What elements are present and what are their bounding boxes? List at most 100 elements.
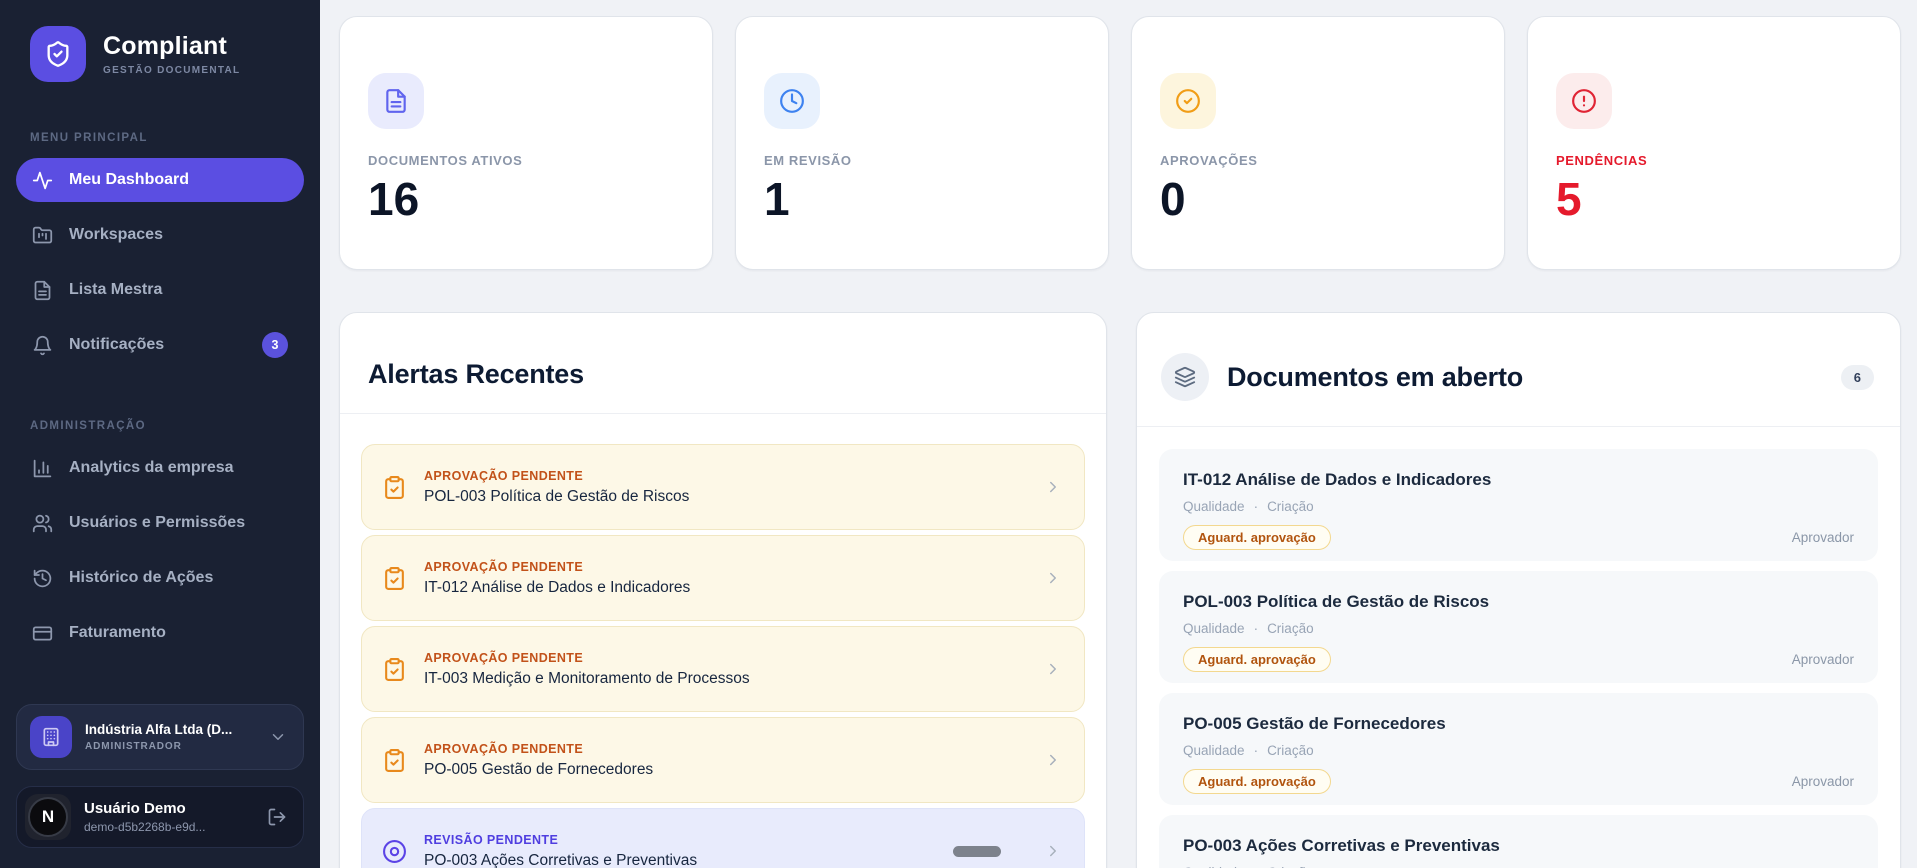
file-text-icon [368,73,424,129]
avatar: N [25,794,71,840]
users-icon [32,513,53,534]
document-list-item[interactable]: IT-012 Análise de Dados e Indicadores Qu… [1159,449,1878,561]
alert-item[interactable]: APROVAÇÃO PENDENTE IT-012 Análise de Dad… [361,535,1085,621]
sidebar-item-notificacoes[interactable]: Notificações 3 [16,323,304,367]
sidebar-item-analytics[interactable]: Analytics da empresa [16,446,304,490]
alert-item-review[interactable]: REVISÃO PENDENTE PO-003 Ações Corretivas… [361,808,1085,868]
stats-row: DOCUMENTOS ATIVOS 16 EM REVISÃO 1 APROVA… [339,16,1901,270]
alert-doc-title: PO-003 Ações Corretivas e Preventivas [424,851,698,868]
sidebar-item-label: Analytics da empresa [69,459,234,476]
sidebar-item-label: Meu Dashboard [69,171,190,188]
chevron-right-icon [1044,478,1062,496]
doc-title: PO-003 Ações Corretivas e Preventivas [1183,836,1500,855]
stat-label: APROVAÇÕES [1160,153,1258,168]
alert-doc-title: PO-005 Gestão de Fornecedores [424,760,654,778]
stat-label: EM REVISÃO [764,153,852,168]
doc-role: Aprovador [1791,530,1854,545]
document-list-item[interactable]: PO-005 Gestão de Fornecedores Qualidade ·… [1159,693,1878,805]
building-icon [30,716,72,758]
status-badge: Aguard. aprovação [1183,647,1331,672]
org-selector[interactable]: Indústria Alfa Ltda (D... ADMINISTRADOR [16,704,304,770]
brand: Compliant GESTÃO DOCUMENTAL [30,26,300,82]
main-content: DOCUMENTOS ATIVOS 16 EM REVISÃO 1 APROVA… [320,0,1917,868]
sidebar-item-dashboard[interactable]: Meu Dashboard [16,158,304,202]
alerts-card: Alertas Recentes APROVAÇÃO PENDENTE POL-… [339,312,1107,868]
stat-label: DOCUMENTOS ATIVOS [368,153,523,168]
alert-doc-title: POL-003 Política de Gestão de Riscos [424,487,690,505]
alert-type-label: APROVAÇÃO PENDENTE [424,741,584,756]
stat-value: 5 [1556,173,1582,225]
open-documents-card: Documentos em aberto 6 IT-012 Análise de… [1136,312,1901,868]
alert-doc-title: IT-003 Medição e Monitoramento de Proces… [424,669,750,687]
alert-item[interactable]: APROVAÇÃO PENDENTE POL-003 Política de G… [361,444,1085,530]
doc-meta: Qualidade·Criação [1183,499,1314,514]
sidebar: Compliant GESTÃO DOCUMENTAL MENU PRINCIP… [0,0,320,868]
alert-type-label: APROVAÇÃO PENDENTE [424,468,584,483]
sidebar-item-lista-mestra[interactable]: Lista Mestra [16,268,304,312]
app-title: Compliant [103,32,228,60]
main-nav: Meu Dashboard Workspaces Lista Mestra No… [0,158,320,378]
doc-meta: Qualidade·Criação [1183,743,1314,758]
sidebar-item-label: Workspaces [69,226,163,243]
sidebar-item-label: Histórico de Ações [69,569,214,586]
bar-chart-icon [32,458,53,479]
document-list-item[interactable]: PO-003 Ações Corretivas e Preventivas Qu… [1159,815,1878,868]
org-role: ADMINISTRADOR [85,741,182,752]
sidebar-item-historico[interactable]: Histórico de Ações [16,556,304,600]
folder-icon [32,225,53,246]
stat-value: 1 [764,173,790,225]
sidebar-item-usuarios[interactable]: Usuários e Permissões [16,501,304,545]
doc-meta: Qualidade·Criação [1183,621,1314,636]
sidebar-item-label: Faturamento [69,624,166,641]
clock-icon [764,73,820,129]
clipboard-check-icon [382,475,407,500]
stat-card-pendencias: PENDÊNCIAS 5 [1527,16,1901,270]
admin-nav: Analytics da empresa Usuários e Permissõ… [0,446,320,666]
credit-card-icon [32,623,53,644]
user-name: Usuário Demo [84,800,186,817]
sidebar-item-label: Lista Mestra [69,281,163,298]
doc-title: IT-012 Análise de Dados e Indicadores [1183,470,1492,489]
alert-type-label: APROVAÇÃO PENDENTE [424,559,584,574]
docs-title: Documentos em aberto [1227,361,1524,392]
history-icon [32,568,53,589]
drag-handle-pill [953,845,1001,857]
docs-count-badge: 6 [1840,364,1874,390]
stat-value: 16 [368,173,420,225]
sidebar-item-faturamento[interactable]: Faturamento [16,611,304,655]
logout-icon[interactable] [267,807,287,827]
layers-icon [1161,353,1209,401]
chevron-right-icon [1044,569,1062,587]
org-name: Indústria Alfa Ltda (D... [85,722,233,737]
bell-icon [32,335,53,356]
chevron-right-icon [1044,660,1062,678]
shield-check-logo-icon [30,26,86,82]
menu-section-label: MENU PRINCIPAL [30,132,148,144]
stat-value: 0 [1160,173,1186,225]
check-circle-icon [1160,73,1216,129]
chevron-right-icon [1044,751,1062,769]
user-id: demo-d5b2268b-e9d... [84,820,206,834]
doc-title: PO-005 Gestão de Fornecedores [1183,714,1446,733]
doc-role: Aprovador [1791,774,1854,789]
alert-doc-title: IT-012 Análise de Dados e Indicadores [424,578,691,596]
alert-circle-icon [1556,73,1612,129]
user-card[interactable]: N Usuário Demo demo-d5b2268b-e9d... [16,786,304,848]
sidebar-item-workspaces[interactable]: Workspaces [16,213,304,257]
document-list-item[interactable]: POL-003 Política de Gestão de Riscos Qua… [1159,571,1878,683]
alert-item[interactable]: APROVAÇÃO PENDENTE IT-003 Medição e Moni… [361,626,1085,712]
alert-type-label: REVISÃO PENDENTE [424,832,559,847]
target-icon [382,839,407,864]
clipboard-check-icon [382,566,407,591]
alert-type-label: APROVAÇÃO PENDENTE [424,650,584,665]
notifications-badge: 3 [262,332,288,358]
stat-card-documentos-ativos: DOCUMENTOS ATIVOS 16 [339,16,713,270]
app-tagline: GESTÃO DOCUMENTAL [103,65,241,76]
chevron-right-icon [1044,842,1062,860]
stat-card-em-revisao: EM REVISÃO 1 [735,16,1109,270]
stat-card-aprovacoes: APROVAÇÕES 0 [1131,16,1505,270]
doc-title: POL-003 Política de Gestão de Riscos [1183,592,1490,611]
sidebar-item-label: Usuários e Permissões [69,514,246,531]
alert-item[interactable]: APROVAÇÃO PENDENTE PO-005 Gestão de Forn… [361,717,1085,803]
status-badge: Aguard. aprovação [1183,769,1331,794]
